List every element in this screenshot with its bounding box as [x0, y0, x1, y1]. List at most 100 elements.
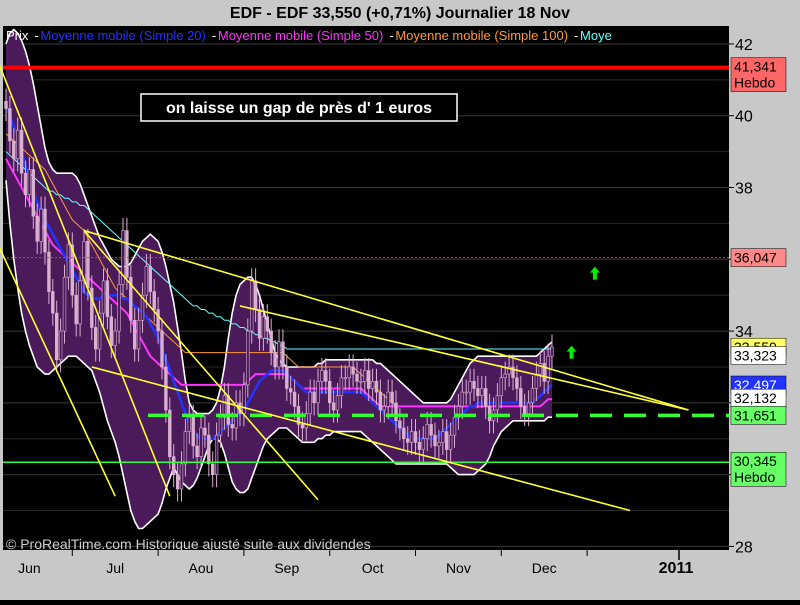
candle-body [58, 330, 63, 361]
legend-separator: - [34, 28, 38, 43]
candle-body [503, 373, 507, 379]
candle-body [437, 442, 441, 447]
candle-body [230, 424, 234, 429]
candle-body [476, 388, 480, 396]
candle-body [433, 434, 437, 447]
candle-body [351, 366, 355, 375]
candle-body [218, 416, 223, 436]
candle-body [499, 377, 503, 396]
legend-item: Prix [6, 28, 29, 43]
price-tag-value: 32,132 [734, 390, 777, 406]
price-chart: EDF - EDF 33,550 (+0,71%) Journalier 18 … [0, 0, 800, 600]
candle-body [105, 280, 110, 318]
candle-body [62, 276, 67, 332]
candle-body [405, 438, 410, 443]
candle-body [156, 309, 160, 332]
candle-body [242, 384, 246, 414]
candle-body [483, 388, 488, 407]
candle-body [292, 391, 297, 407]
candle-body [472, 381, 476, 389]
candle-body [117, 284, 121, 332]
x-tick-label-Aou: Aou [189, 560, 214, 576]
candle-body [257, 309, 262, 339]
candle-body [15, 129, 20, 160]
candle-body [183, 431, 188, 465]
candle-body [269, 330, 273, 353]
annotation-text: on laisse un gap de près d' 1 euros [166, 100, 432, 117]
candle-body [253, 280, 258, 310]
candle-body [27, 169, 32, 195]
candle-body [12, 140, 16, 160]
legend-item: Moye [580, 28, 612, 43]
candle-body [136, 320, 141, 350]
chart-title: EDF - EDF 33,550 (+0,71%) Journalier 18 … [230, 5, 570, 22]
candle-body [390, 391, 394, 404]
price-tag-value: 33,323 [734, 347, 777, 363]
x-tick-label-Oct: Oct [362, 560, 384, 576]
candle-body [175, 474, 180, 490]
candle-body [8, 108, 12, 142]
candle-body [125, 230, 129, 278]
candle-body [312, 391, 316, 404]
candle-body [308, 391, 312, 414]
candle-body [277, 341, 281, 368]
candle-body [195, 445, 199, 457]
candle-body [148, 266, 152, 292]
candle-body [285, 366, 289, 389]
candle-body [273, 352, 277, 368]
candle-body [109, 316, 114, 346]
x-tick-label-Nov: Nov [446, 560, 471, 576]
candle-body [31, 169, 35, 217]
candle-body [480, 388, 484, 396]
candle-body [343, 377, 347, 380]
y-tick-label-40: 40 [735, 109, 753, 126]
candle-body [113, 330, 117, 346]
candle-body [43, 208, 47, 253]
candle-body [409, 431, 414, 443]
candle-body [172, 456, 176, 475]
candle-body [374, 381, 379, 393]
candle-body [281, 341, 285, 368]
candle-body [214, 434, 219, 475]
candle-body [250, 280, 254, 332]
candle-body [335, 395, 340, 411]
legend-separator: - [389, 28, 393, 43]
candle-body [74, 294, 78, 325]
footer-copyright: © ProRealTime.com Historique ajusté suit… [6, 536, 371, 552]
candle-body [534, 373, 539, 389]
x-tick-label-Jul: Jul [106, 560, 124, 576]
x-tick-label-Sep: Sep [274, 560, 299, 576]
candle-body [23, 172, 28, 195]
candle-body [94, 327, 98, 350]
legend-item: Moyenne mobile (Simple 20) [40, 28, 205, 43]
candle-body [164, 366, 168, 411]
price-tag-sub: Hebdo [734, 469, 775, 485]
candle-body [207, 434, 211, 465]
candle-body [530, 388, 535, 404]
candle-body [226, 395, 230, 425]
candle-body [144, 266, 149, 296]
candle-body [522, 406, 527, 414]
candle-body [187, 416, 191, 432]
candle-body [402, 427, 406, 440]
candle-body [464, 391, 468, 394]
candle-body [398, 420, 402, 429]
legend: Prix - Moyenne mobile (Simple 20) - Moyenne … [6, 28, 612, 43]
candle-body [429, 424, 433, 436]
price-tag-value: 30,345 [734, 453, 777, 469]
candle-body [366, 370, 371, 389]
candle-body [382, 406, 386, 411]
legend-separator: - [212, 28, 216, 43]
candle-body [327, 381, 332, 404]
candle-body [78, 280, 82, 325]
candle-body [460, 391, 464, 407]
candle-body [211, 463, 215, 475]
price-tag-value: 31,651 [734, 407, 777, 423]
candle-body [425, 424, 429, 440]
candle-body [487, 406, 492, 422]
candle-body [526, 402, 531, 414]
candle-body [191, 416, 195, 447]
candle-body [265, 316, 269, 332]
candle-body [300, 424, 305, 429]
annotation-box: on laisse un gap de près d' 1 euros [140, 93, 458, 122]
